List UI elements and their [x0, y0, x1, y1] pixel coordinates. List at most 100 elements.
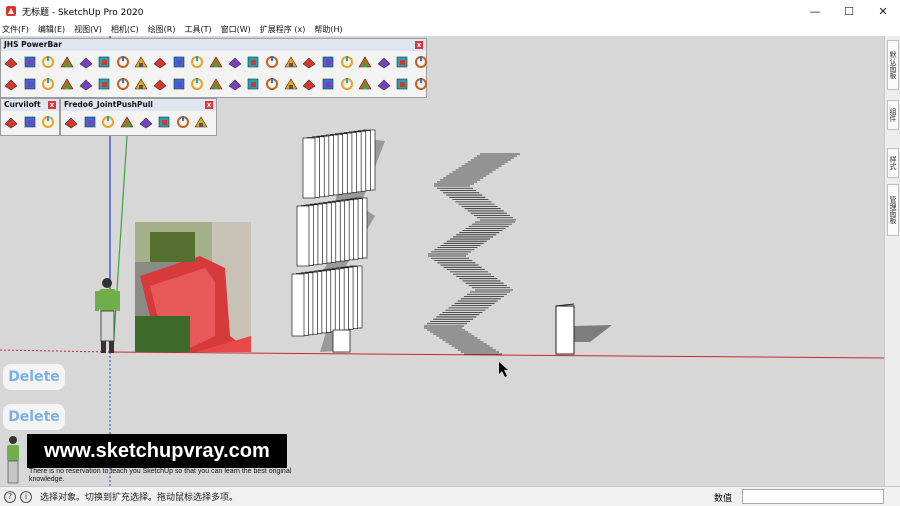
close-button[interactable]: ✕ — [866, 0, 900, 22]
measurements-label: 数值 — [714, 494, 733, 504]
jhs-row1-tool-10-icon[interactable] — [171, 54, 187, 70]
info-icon[interactable]: i — [20, 490, 32, 503]
jhs-row1-tool-23-icon[interactable] — [413, 54, 429, 70]
fredo-jointpushpull-row — [61, 111, 216, 133]
jhs-row2-tool-11-icon[interactable] — [189, 76, 205, 92]
jhs-row2-tool-12-icon[interactable] — [208, 76, 224, 92]
menu-bar: 文件(F) 编辑(E) 视图(V) 相机(C) 绘图(R) 工具(T) 窗口(W… — [0, 22, 900, 36]
fredo-tool-3-icon[interactable] — [100, 114, 116, 130]
jhs-row2-tool-19-icon[interactable] — [339, 76, 355, 92]
menu-extensions[interactable]: 扩展程序 (x) — [260, 24, 306, 35]
jhs-row2-tool-2-icon[interactable] — [22, 76, 38, 92]
jhs-row2-tool-17-icon[interactable] — [301, 76, 317, 92]
jhs-row2-tool-16-icon[interactable] — [283, 76, 299, 92]
jhs-row2-tool-20-icon[interactable] — [357, 76, 373, 92]
minimize-button[interactable]: — — [798, 0, 832, 22]
jhs-row1-tool-19-icon[interactable] — [339, 54, 355, 70]
jhs-row1-tool-21-icon[interactable] — [376, 54, 392, 70]
title-bar: 无标题 - SketchUp Pro 2020 — ☐ ✕ — [0, 0, 900, 22]
sketchup-logo-icon — [6, 6, 16, 16]
jhs-row1-tool-14-icon[interactable] — [245, 54, 261, 70]
curviloft-close-button[interactable]: x — [48, 101, 56, 109]
curviloft-toolbar: Curviloft x — [0, 98, 60, 136]
jhs-row1-tool-2-icon[interactable] — [22, 54, 38, 70]
menu-view[interactable]: 视图(V) — [74, 24, 102, 35]
geo-location-icon[interactable]: ? — [4, 490, 16, 503]
jhs-row2-tool-18-icon[interactable] — [320, 76, 336, 92]
jhs-row2-tool-5-icon[interactable] — [78, 76, 94, 92]
fredo-jointpushpull-header: Fredo6_JointPushPull x — [61, 99, 216, 111]
jhs-row1-tool-4-icon[interactable] — [59, 54, 75, 70]
jhs-row1-tool-17-icon[interactable] — [301, 54, 317, 70]
jhs-row1-tool-15-icon[interactable] — [264, 54, 280, 70]
curviloft-tool-1-icon[interactable] — [3, 114, 19, 130]
jhs-row2-tool-3-icon[interactable] — [40, 76, 56, 92]
jhs-row1-tool-16-icon[interactable] — [283, 54, 299, 70]
jhs-row1-tool-7-icon[interactable] — [115, 54, 131, 70]
status-message: 选择对象。切换到扩充选择。拖动鼠标选择多项。 — [40, 493, 239, 503]
jhs-row2-tool-23-icon[interactable] — [413, 76, 429, 92]
fredo-tool-2-icon[interactable] — [82, 114, 98, 130]
default-tray: 默认面板 组件 样式 管理面板 — [884, 36, 900, 486]
jhs-powerbar-toolbar: JHS PowerBar x — [0, 38, 429, 98]
jhs-row1-tool-9-icon[interactable] — [152, 54, 168, 70]
curviloft-tool-3-icon[interactable] — [40, 114, 56, 130]
menu-help[interactable]: 帮助(H) — [314, 24, 342, 35]
menu-file[interactable]: 文件(F) — [2, 24, 29, 35]
measurements-input[interactable] — [742, 489, 884, 504]
menu-camera[interactable]: 相机(C) — [111, 24, 139, 35]
jhs-powerbar-close-button[interactable]: x — [415, 41, 423, 49]
jhs-row2-tool-22-icon[interactable] — [394, 76, 410, 92]
fredo-tool-8-icon[interactable] — [193, 114, 209, 130]
jhs-row2-tool-13-icon[interactable] — [227, 76, 243, 92]
jhs-row2-tool-1-icon[interactable] — [3, 76, 19, 92]
maximize-button[interactable]: ☐ — [832, 0, 866, 22]
curviloft-header: Curviloft x — [1, 99, 59, 111]
jhs-row1-tool-1-icon[interactable] — [3, 54, 19, 70]
tray-tab-styles[interactable]: 样式 — [887, 148, 899, 178]
fredo-tool-4-icon[interactable] — [119, 114, 135, 130]
jhs-row1-tool-11-icon[interactable] — [189, 54, 205, 70]
fredo-tool-1-icon[interactable] — [63, 114, 79, 130]
tray-tab-default-panel[interactable]: 默认面板 — [887, 40, 899, 90]
jhs-row2-tool-10-icon[interactable] — [171, 76, 187, 92]
fredo-tool-7-icon[interactable] — [175, 114, 191, 130]
menu-window[interactable]: 窗口(W) — [221, 24, 251, 35]
jhs-row1-tool-8-icon[interactable] — [133, 54, 149, 70]
jhs-row2-tool-7-icon[interactable] — [115, 76, 131, 92]
fredo-jointpushpull-close-button[interactable]: x — [205, 101, 213, 109]
jhs-row2-tool-14-icon[interactable] — [245, 76, 261, 92]
stair-tower-model — [291, 129, 376, 353]
jhs-row2-tool-21-icon[interactable] — [376, 76, 392, 92]
jhs-row1-tool-13-icon[interactable] — [227, 54, 243, 70]
jhs-row1-tool-3-icon[interactable] — [40, 54, 56, 70]
delete-label-2: Delete — [3, 404, 65, 430]
window-title: 无标题 - SketchUp Pro 2020 — [22, 7, 144, 18]
jhs-row2-tool-9-icon[interactable] — [152, 76, 168, 92]
jhs-row2-tool-6-icon[interactable] — [96, 76, 112, 92]
green-axis-line — [112, 135, 128, 353]
jhs-powerbar-row-1 — [1, 51, 429, 73]
jhs-row1-tool-18-icon[interactable] — [320, 54, 336, 70]
watermark-banner: www.sketchupvray.com — [27, 434, 287, 468]
reference-photo — [135, 222, 251, 352]
tray-tab-components[interactable]: 组件 — [887, 100, 899, 130]
jhs-row2-tool-15-icon[interactable] — [264, 76, 280, 92]
menu-edit[interactable]: 编辑(E) — [38, 24, 65, 35]
jhs-row1-tool-5-icon[interactable] — [78, 54, 94, 70]
fredo-tool-5-icon[interactable] — [138, 114, 154, 130]
jhs-row2-tool-8-icon[interactable] — [133, 76, 149, 92]
delete-label-1: Delete — [3, 364, 65, 390]
jhs-row1-tool-20-icon[interactable] — [357, 54, 373, 70]
tray-tab-manage-panel[interactable]: 管理面板 — [887, 184, 899, 236]
jhs-row1-tool-12-icon[interactable] — [208, 54, 224, 70]
block-model — [555, 305, 575, 355]
jhs-row2-tool-4-icon[interactable] — [59, 76, 75, 92]
curviloft-tool-2-icon[interactable] — [22, 114, 38, 130]
jhs-row1-tool-6-icon[interactable] — [96, 54, 112, 70]
jhs-row1-tool-22-icon[interactable] — [394, 54, 410, 70]
stair-slat — [302, 137, 316, 199]
menu-tools[interactable]: 工具(T) — [185, 24, 212, 35]
fredo-tool-6-icon[interactable] — [156, 114, 172, 130]
menu-draw[interactable]: 绘图(R) — [148, 24, 176, 35]
